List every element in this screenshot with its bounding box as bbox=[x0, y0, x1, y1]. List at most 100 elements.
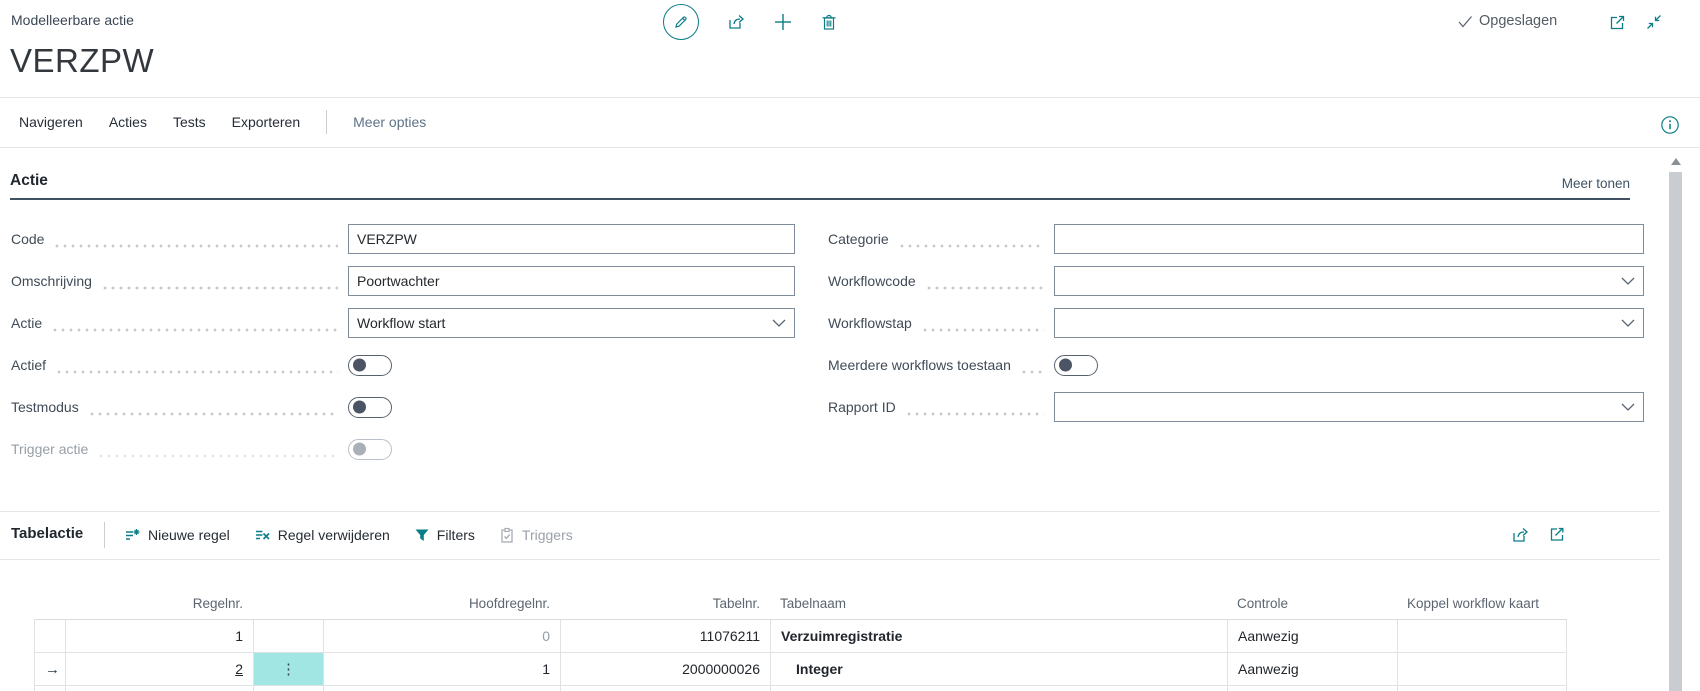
page-caption: Modelleerbare actie bbox=[11, 12, 134, 28]
save-status: Opgeslagen bbox=[1458, 13, 1557, 29]
field-row-code: Code bbox=[11, 224, 795, 254]
open-in-window-button[interactable] bbox=[1548, 525, 1567, 545]
field-label: Categorie bbox=[828, 231, 889, 247]
row-selector-cell[interactable]: → bbox=[34, 653, 65, 685]
filter-icon bbox=[414, 527, 430, 543]
more-options-icon: ⋮ bbox=[281, 662, 296, 677]
delete-button[interactable] bbox=[820, 13, 838, 32]
checkmark-icon bbox=[1458, 15, 1473, 28]
table-row-partial bbox=[34, 686, 1567, 691]
actief-toggle[interactable] bbox=[348, 355, 392, 376]
dotted-leader bbox=[53, 244, 338, 248]
column-header-tabelnaam[interactable]: Tabelnaam bbox=[770, 596, 1227, 611]
hoofdregelnr-cell[interactable]: 1 bbox=[323, 653, 560, 685]
triggers-icon bbox=[499, 527, 515, 544]
workflowcode-select[interactable] bbox=[1054, 266, 1644, 296]
regelnr-cell[interactable]: 1 bbox=[65, 620, 253, 652]
field-row-meerdere-workflows: Meerdere workflows toestaan bbox=[828, 350, 1644, 380]
scrollbar-up-arrow[interactable] bbox=[1671, 158, 1681, 165]
tabelnaam-cell[interactable]: Integer bbox=[770, 653, 1227, 685]
controle-cell[interactable]: Aanwezig bbox=[1227, 620, 1397, 652]
tabelnr-cell[interactable]: 11076211 bbox=[560, 620, 770, 652]
tabelactie-section-title[interactable]: Tabelactie bbox=[11, 525, 83, 542]
actie-section-title[interactable]: Actie bbox=[10, 172, 48, 190]
field-row-trigger-actie: Trigger actie bbox=[11, 434, 795, 464]
regel-verwijderen-button[interactable]: Regel verwijderen bbox=[254, 527, 390, 544]
row-options-cell[interactable]: ⋮ bbox=[253, 653, 323, 685]
row-selector-cell[interactable] bbox=[34, 620, 65, 652]
action-bar: Navigeren Acties Tests Exporteren Meer o… bbox=[19, 109, 426, 135]
tabelnaam-cell[interactable]: Verzuimregistratie bbox=[770, 620, 1227, 652]
nieuwe-regel-button[interactable]: Nieuwe regel bbox=[124, 527, 230, 544]
table-row-selected: → 2 ⋮ 1 2000000026 Integer Aanwezig bbox=[34, 653, 1567, 686]
table-row: 1 0 11076211 Verzuimregistratie Aanwezig bbox=[34, 620, 1567, 653]
share-part-button[interactable] bbox=[1510, 525, 1530, 545]
actie-select[interactable] bbox=[348, 308, 795, 338]
field-row-categorie: Categorie bbox=[828, 224, 1644, 254]
collapse-button[interactable] bbox=[1645, 13, 1663, 31]
divider bbox=[0, 147, 1700, 148]
column-header-controle[interactable]: Controle bbox=[1227, 596, 1397, 611]
dotted-leader bbox=[97, 454, 338, 458]
column-header-tabelnr[interactable]: Tabelnr. bbox=[560, 596, 770, 611]
menu-meer-opties[interactable]: Meer opties bbox=[353, 114, 426, 130]
menu-tests[interactable]: Tests bbox=[173, 114, 206, 130]
column-header-hoofdregelnr[interactable]: Hoofdregelnr. bbox=[323, 596, 560, 611]
save-status-label: Opgeslagen bbox=[1479, 13, 1557, 29]
regelnr-cell[interactable]: 2 bbox=[65, 653, 253, 685]
controle-cell bbox=[1227, 686, 1397, 691]
workflowstap-select[interactable] bbox=[1054, 308, 1644, 338]
new-line-icon bbox=[124, 527, 141, 544]
toolbar-item-label: Nieuwe regel bbox=[148, 527, 230, 543]
info-button[interactable] bbox=[1660, 115, 1680, 135]
menu-navigeren[interactable]: Navigeren bbox=[19, 114, 83, 130]
column-header-koppel[interactable]: Koppel workflow kaart bbox=[1397, 596, 1567, 611]
menu-exporteren[interactable]: Exporteren bbox=[232, 114, 300, 130]
dotted-leader bbox=[1020, 370, 1044, 374]
hoofdregelnr-cell[interactable]: 0 bbox=[323, 620, 560, 652]
edit-button[interactable] bbox=[663, 4, 699, 40]
field-label: Trigger actie bbox=[11, 441, 88, 457]
koppel-cell[interactable] bbox=[1397, 653, 1567, 685]
scrollbar-thumb[interactable] bbox=[1669, 172, 1682, 691]
popout-button[interactable] bbox=[1608, 13, 1627, 32]
divider bbox=[0, 559, 1660, 560]
info-icon bbox=[1660, 115, 1680, 135]
divider bbox=[0, 97, 1700, 98]
triggers-button: Triggers bbox=[499, 527, 573, 544]
field-row-testmodus: Testmodus bbox=[11, 392, 795, 422]
categorie-field[interactable] bbox=[1054, 224, 1644, 254]
column-header-regelnr[interactable]: Regelnr. bbox=[65, 596, 253, 611]
divider bbox=[0, 511, 1660, 512]
open-in-window-icon bbox=[1548, 525, 1567, 544]
current-row-arrow-icon: → bbox=[45, 661, 60, 678]
system-action-bar bbox=[663, 4, 838, 40]
field-label: Actief bbox=[11, 357, 46, 373]
regelnr-link[interactable]: 2 bbox=[235, 661, 243, 677]
field-label: Workflowstap bbox=[828, 315, 912, 331]
meerdere-workflows-toggle[interactable] bbox=[1054, 355, 1098, 376]
controle-cell[interactable]: Aanwezig bbox=[1227, 653, 1397, 685]
page-title: VERZPW bbox=[10, 42, 154, 80]
menu-acties[interactable]: Acties bbox=[109, 114, 147, 130]
field-label: Actie bbox=[11, 315, 42, 331]
code-field[interactable] bbox=[348, 224, 795, 254]
field-label: Meerdere workflows toestaan bbox=[828, 357, 1011, 373]
new-button[interactable] bbox=[773, 12, 793, 32]
show-more-link[interactable]: Meer tonen bbox=[1560, 176, 1630, 191]
dotted-leader bbox=[898, 244, 1044, 248]
field-label: Testmodus bbox=[11, 399, 79, 415]
testmodus-toggle[interactable] bbox=[348, 397, 392, 418]
tabelnr-cell[interactable]: 2000000026 bbox=[560, 653, 770, 685]
row-options-cell[interactable] bbox=[253, 620, 323, 652]
koppel-cell[interactable] bbox=[1397, 620, 1567, 652]
share-icon bbox=[726, 12, 746, 32]
omschrijving-field[interactable] bbox=[348, 266, 795, 296]
toggle-knob bbox=[353, 359, 366, 372]
modelleerbare-actie-card: Modelleerbare actie VERZPW Opgesla bbox=[0, 0, 1700, 691]
filters-button[interactable]: Filters bbox=[414, 527, 475, 543]
dotted-leader bbox=[51, 328, 338, 332]
rapport-id-select[interactable] bbox=[1054, 392, 1644, 422]
field-label: Code bbox=[11, 231, 44, 247]
share-button[interactable] bbox=[726, 12, 746, 32]
